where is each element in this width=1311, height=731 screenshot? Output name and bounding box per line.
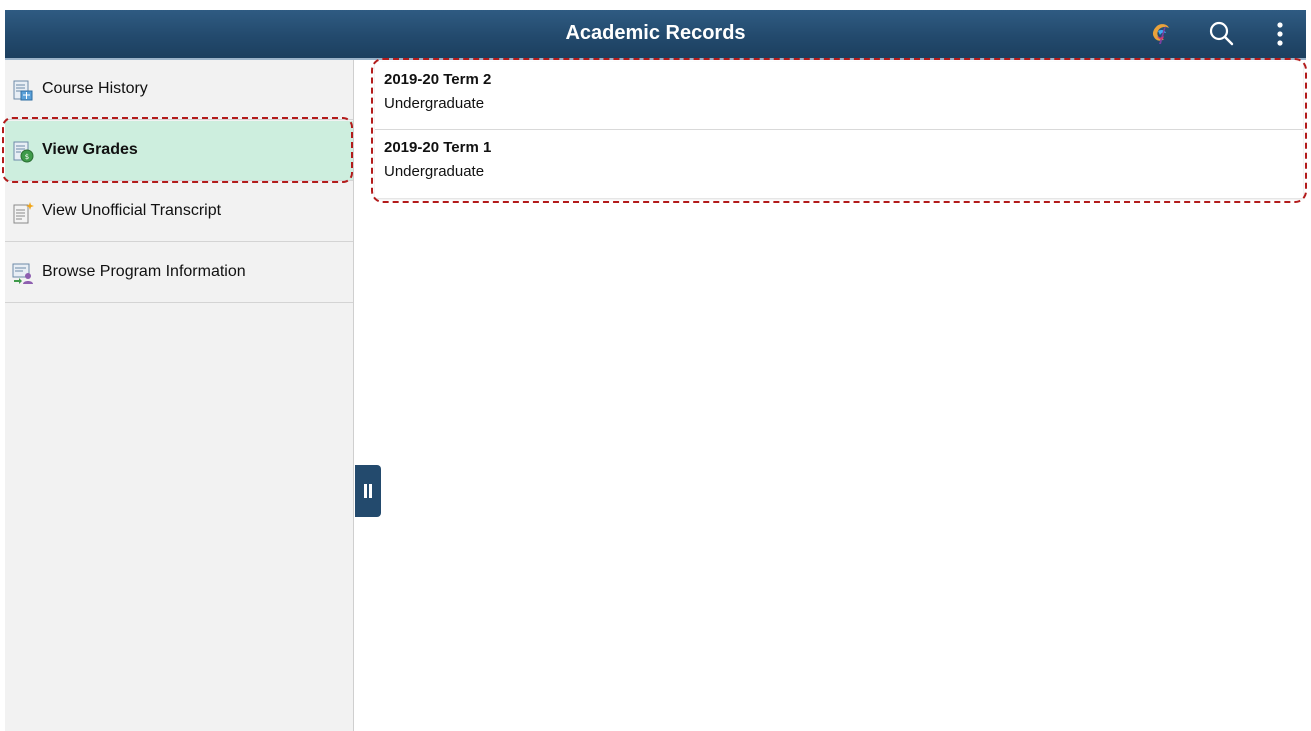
term-row[interactable]: 2019-20 Term 2 Undergraduate [375, 62, 1303, 130]
search-icon[interactable] [1205, 18, 1237, 50]
term-name: 2019-20 Term 1 [384, 139, 492, 156]
pause-bar-icon [369, 484, 372, 498]
sidebar-item-label: View Unofficial Transcript [42, 202, 222, 219]
sidebar-item-course-history[interactable]: Course History [5, 60, 353, 120]
term-row[interactable]: 2019-20 Term 1 Undergraduate [375, 130, 1303, 198]
program-info-icon [11, 262, 35, 286]
sidebar-item-program-information[interactable]: Browse Program Information [5, 243, 353, 303]
page-title: Academic Records [565, 22, 746, 44]
term-name: 2019-20 Term 2 [384, 71, 492, 88]
term-career: Undergraduate [384, 163, 485, 180]
sidebar-nav: Course History $ View Grades View Unoffi… [5, 60, 354, 731]
term-list: 2019-20 Term 2 Undergraduate 2019-20 Ter… [375, 62, 1303, 198]
view-grades-icon: $ [11, 140, 35, 164]
app-header: Academic Records [5, 10, 1306, 60]
sidebar-item-view-grades[interactable]: $ View Grades [5, 121, 353, 181]
course-history-icon [11, 79, 35, 103]
svg-text:$: $ [25, 153, 29, 161]
branding-icon[interactable] [1145, 18, 1177, 50]
more-actions-icon[interactable] [1264, 18, 1296, 50]
collapse-sidebar-button[interactable] [355, 465, 381, 517]
sidebar-item-label: View Grades [42, 141, 138, 158]
sidebar-item-unofficial-transcript[interactable]: View Unofficial Transcript [5, 182, 353, 242]
term-career: Undergraduate [384, 95, 485, 112]
pause-bar-icon [364, 484, 367, 498]
sidebar-item-label: Browse Program Information [42, 263, 246, 280]
transcript-icon [11, 201, 35, 225]
sidebar-item-label: Course History [42, 80, 148, 97]
